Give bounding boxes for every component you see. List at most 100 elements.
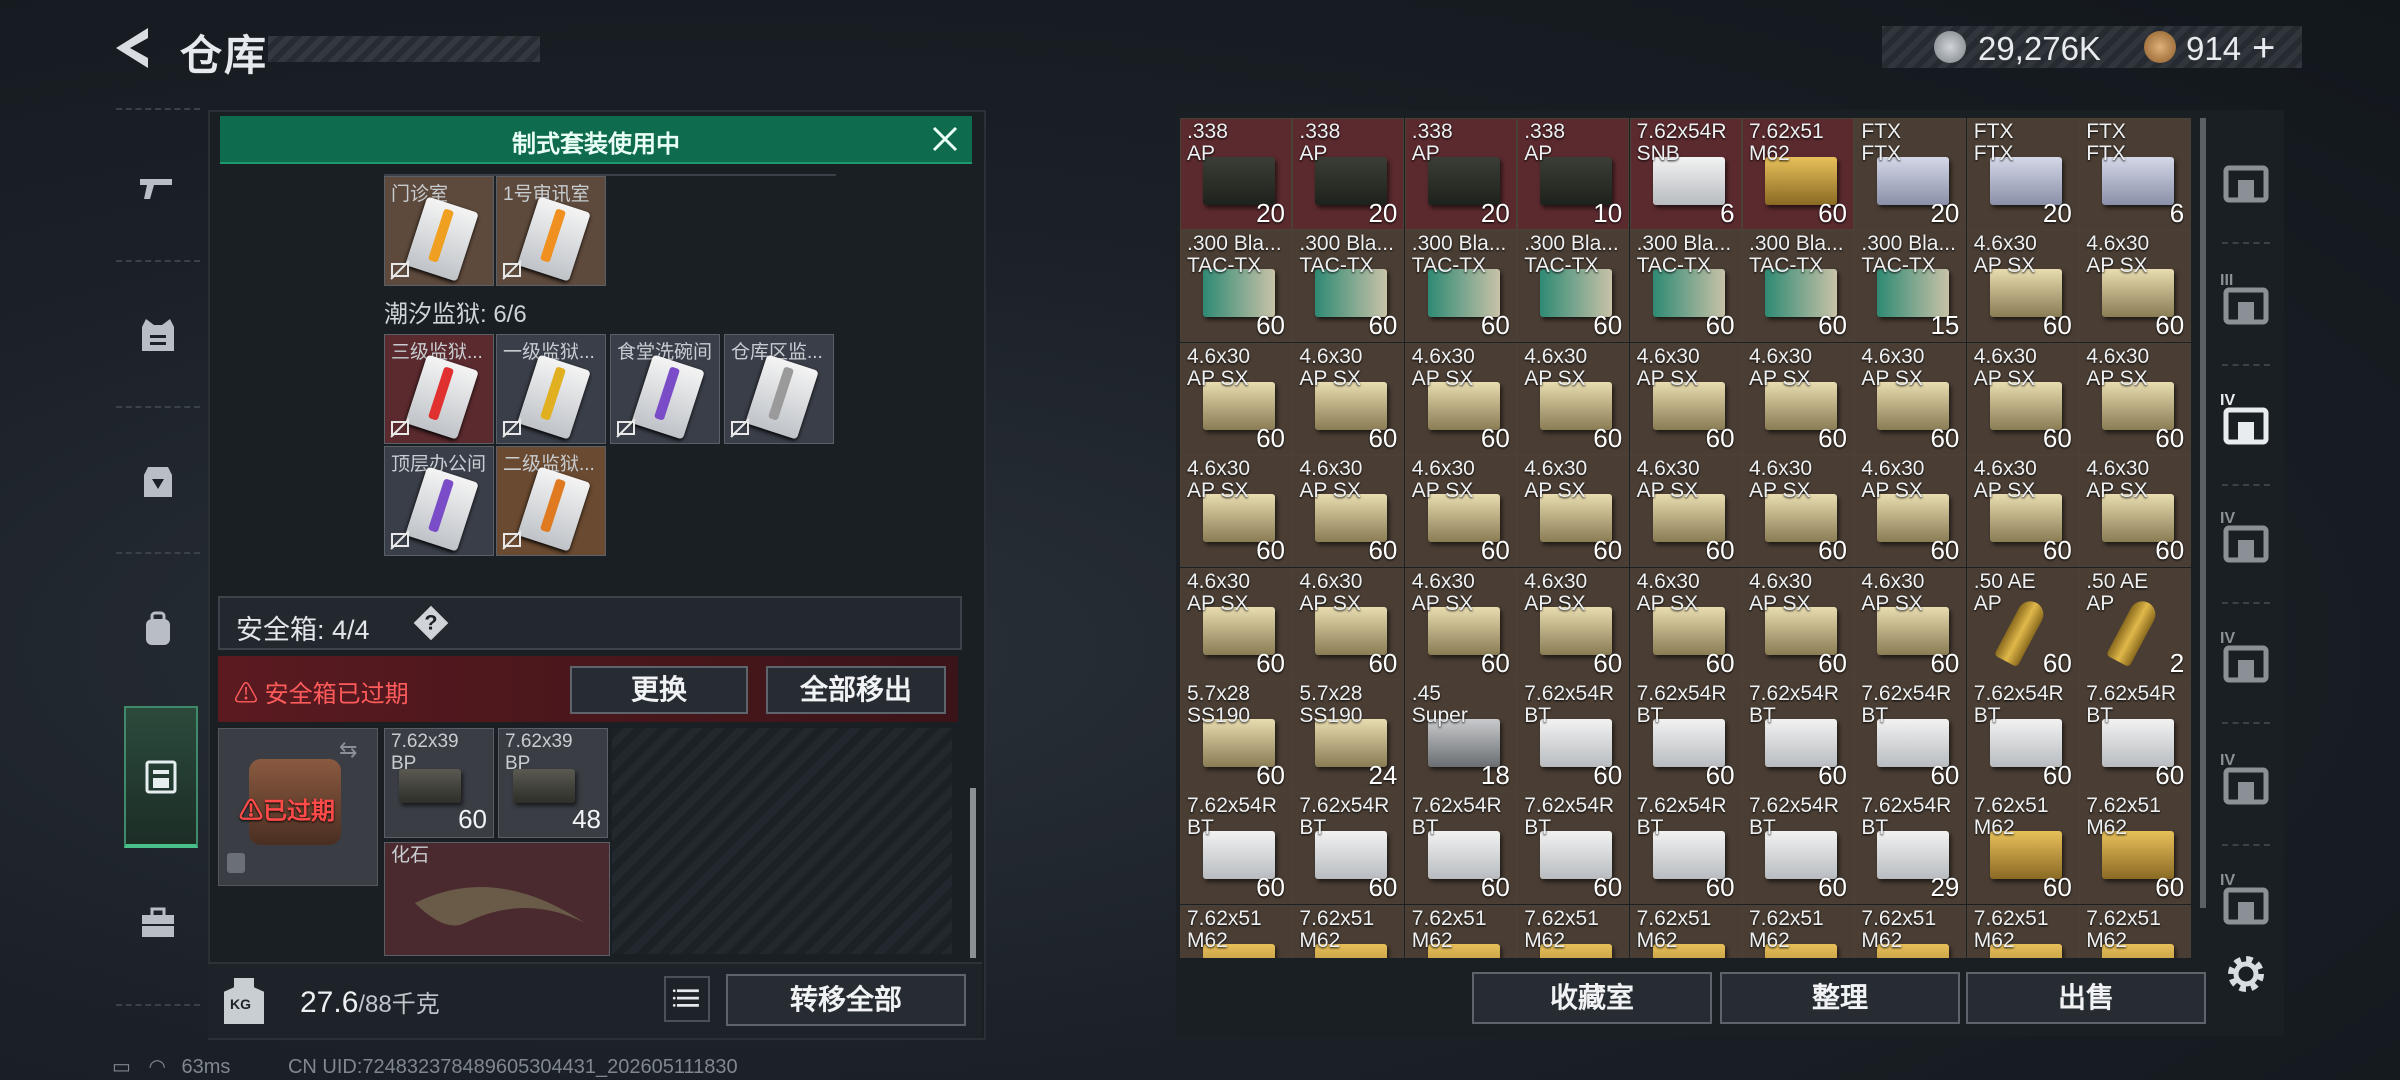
stash-item[interactable]: 7.62x51 M62 [1180,904,1292,958]
stash-item[interactable]: 7.62x54R BT 60 [1517,680,1630,792]
stash-item[interactable]: 4.6x30 AP SX 60 [1854,567,1967,680]
stash-item[interactable]: 7.62x54R BT 60 [1966,680,2079,792]
stash-item[interactable]: .300 Bla... TAC-TX 60 [1180,230,1292,343]
stash-item[interactable]: 7.62x51 M62 [1966,904,2079,958]
loadout-scrollbar[interactable] [970,788,976,958]
stash-item[interactable]: .45 Super 18 [1404,680,1517,792]
stash-item[interactable]: .338 AP 20 [1180,118,1292,230]
nav-armor[interactable] [112,270,204,400]
remove-all-button[interactable]: 全部移出 [766,666,946,714]
stash-item[interactable]: 4.6x30 AP SX 60 [1404,342,1517,455]
stash-item[interactable]: 7.62x54R BT 60 [1742,792,1854,905]
stash-item[interactable]: .338 AP 20 [1292,118,1405,230]
safebox-slot[interactable]: ⚠已过期 ⇆ [218,728,378,886]
stash-item[interactable]: FTX FTX 6 [2079,118,2192,230]
stash-item[interactable]: 7.62x51 M62 [1292,904,1405,958]
stash-item[interactable]: .50 AE AP 2 [2079,567,2192,680]
stash-item[interactable]: 7.62x54R BT 60 [1517,792,1630,905]
stash-item[interactable]: 7.62x51 M62 60 [2079,792,2192,905]
stash-item[interactable]: 4.6x30 AP SX 60 [1404,455,1517,568]
stash-item[interactable]: 4.6x30 AP SX 60 [1629,455,1742,568]
stash-item[interactable]: 4.6x30 AP SX 60 [1854,455,1967,568]
keycard-item[interactable]: 食堂洗碗间 [610,334,720,444]
nav-chestrig[interactable] [112,416,204,546]
stash-item[interactable]: 4.6x30 AP SX 60 [1517,342,1630,455]
side-tab-tier4-bag[interactable]: IV [2216,630,2276,690]
help-button[interactable]: ? [413,605,449,641]
nav-weapon[interactable] [112,124,204,254]
stash-item[interactable]: .300 Bla... TAC-TX 60 [1629,230,1742,343]
stash-item[interactable]: 4.6x30 AP SX 60 [1517,455,1630,568]
side-tab-tier4-medkit[interactable]: IV [2216,752,2276,812]
side-tab-tier4-medical[interactable]: IV [2216,510,2276,570]
stash-item[interactable]: 7.62x54R BT 60 [1742,680,1854,792]
stash-scrollbar[interactable] [2200,118,2206,908]
stash-item[interactable]: .338 AP 10 [1517,118,1630,230]
stash-item[interactable]: FTX FTX 20 [1854,118,1967,230]
side-tab-tier4-armor[interactable]: IV [2216,872,2276,932]
sort-button[interactable]: 整理 [1720,972,1960,1024]
stash-item[interactable]: 4.6x30 AP SX 60 [1966,230,2079,343]
safebox-item[interactable]: 化石 [384,842,610,956]
stash-item[interactable]: 7.62x54R BT 60 [1629,680,1742,792]
stash-item[interactable]: 7.62x54R BT 60 [1180,792,1292,905]
stash-item[interactable]: 4.6x30 AP SX 60 [1742,455,1854,568]
stash-item[interactable]: 4.6x30 AP SX 60 [1742,567,1854,680]
stash-item[interactable]: 7.62x54R BT 29 [1854,792,1967,905]
stash-item[interactable]: 4.6x30 AP SX 60 [1742,342,1854,455]
keycard-item[interactable]: 二级监狱... [496,446,606,556]
stash-item[interactable]: .300 Bla... TAC-TX 60 [1292,230,1405,343]
stash-item[interactable]: FTX FTX 20 [1966,118,2079,230]
stash-item[interactable]: 4.6x30 AP SX 60 [1292,455,1405,568]
side-tab-tier3-storage[interactable]: III [2216,272,2276,332]
nav-container-active[interactable] [124,706,198,848]
stash-item[interactable]: 4.6x30 AP SX 60 [1966,455,2079,568]
close-banner-button[interactable] [930,124,960,154]
keycard-item[interactable]: 门诊室 [384,176,494,286]
stash-item[interactable]: 7.62x51 M62 [1854,904,1967,958]
stash-item[interactable]: 7.62x51 M62 60 [1742,118,1854,230]
stash-item[interactable]: 4.6x30 AP SX 60 [1180,455,1292,568]
nav-backpack[interactable] [112,564,204,694]
stash-item[interactable]: 7.62x54R BT 60 [2079,680,2192,792]
stash-item[interactable]: 4.6x30 AP SX 60 [1629,567,1742,680]
stash-item[interactable]: 4.6x30 AP SX 60 [1966,342,2079,455]
stash-item[interactable]: 7.62x54R BT 60 [1404,792,1517,905]
side-tab-stash-home[interactable] [2216,150,2276,210]
stash-item[interactable]: 4.6x30 AP SX 60 [1629,342,1742,455]
stash-item[interactable]: 4.6x30 AP SX 60 [1180,342,1292,455]
stash-item[interactable]: 4.6x30 AP SX 60 [1517,567,1630,680]
side-tab-tier4-storage[interactable]: IV [2216,392,2276,452]
stash-item[interactable]: 4.6x30 AP SX 60 [2079,342,2192,455]
stash-item[interactable]: .338 AP 20 [1404,118,1517,230]
list-view-button[interactable] [664,976,710,1022]
stash-item[interactable]: 5.7x28 SS190 24 [1292,680,1405,792]
safebox-item[interactable]: 7.62x39 BP 48 [498,728,608,838]
stash-item[interactable]: .300 Bla... TAC-TX 15 [1854,230,1967,343]
keycard-item[interactable]: 仓库区监... [724,334,834,444]
stash-item[interactable]: 4.6x30 AP SX 60 [2079,230,2192,343]
stash-item[interactable]: 4.6x30 AP SX 60 [2079,455,2192,568]
stash-item[interactable]: 4.6x30 AP SX 60 [1180,567,1292,680]
stash-item[interactable]: 5.7x28 SS190 60 [1180,680,1292,792]
stash-item[interactable]: 4.6x30 AP SX 60 [1854,342,1967,455]
stash-item[interactable]: 7.62x54R BT 60 [1629,792,1742,905]
stash-item[interactable]: 7.62x51 M62 [1517,904,1630,958]
replace-button[interactable]: 更换 [570,666,748,714]
stash-item[interactable]: 7.62x51 M62 [1629,904,1742,958]
stash-item[interactable]: 4.6x30 AP SX 60 [1404,567,1517,680]
stash-item[interactable]: .300 Bla... TAC-TX 60 [1742,230,1854,343]
stash-item[interactable]: 4.6x30 AP SX 60 [1292,342,1405,455]
settings-button[interactable] [2222,950,2270,998]
keycard-item[interactable]: 一级监狱... [496,334,606,444]
stash-item[interactable]: .300 Bla... TAC-TX 60 [1517,230,1630,343]
add-currency-button[interactable]: + [2252,26,2275,71]
nav-toolbox[interactable] [112,858,204,988]
sell-button[interactable]: 出售 [1966,972,2206,1024]
keycard-item[interactable]: 三级监狱... [384,334,494,444]
back-button[interactable] [112,26,152,70]
stash-item[interactable]: 7.62x54R SNB 6 [1629,118,1742,230]
stash-item[interactable]: 7.62x54R BT 60 [1292,792,1405,905]
stash-item[interactable]: 7.62x51 M62 [2079,904,2192,958]
stash-item[interactable]: 7.62x54R BT 60 [1854,680,1967,792]
